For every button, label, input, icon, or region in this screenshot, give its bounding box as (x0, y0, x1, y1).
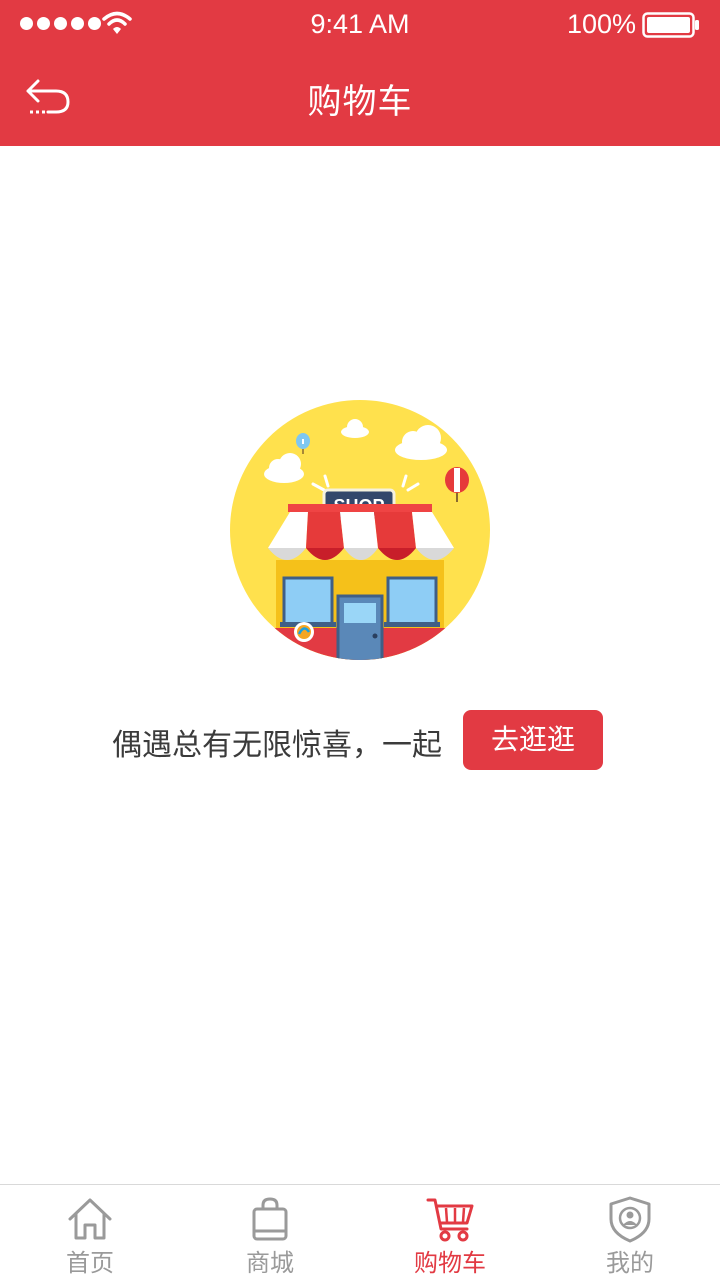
shopping-bag-icon (252, 1197, 288, 1241)
tab-label: 商城 (246, 1249, 294, 1277)
battery-icon (642, 12, 699, 38)
page-title: 购物车 (307, 82, 413, 122)
tab-label: 首页 (66, 1249, 114, 1277)
tab-cart[interactable]: 购物车 (360, 1185, 540, 1281)
empty-cart-prompt: 偶遇总有无限惊喜，一起 去逛逛 (0, 708, 720, 772)
tab-home[interactable]: 首页 (0, 1185, 180, 1281)
app-header: 9:41 AM 100% 购物车 (0, 0, 720, 146)
battery-percent: 100% (566, 9, 636, 39)
bottom-tab-bar: 首页 商城 购物车 我的 (0, 1184, 720, 1281)
tab-label: 我的 (606, 1249, 654, 1277)
home-icon (68, 1198, 112, 1240)
shopping-cart-icon (426, 1198, 474, 1242)
go-shopping-button[interactable]: 去逛逛 (463, 710, 603, 770)
user-shield-icon (609, 1196, 651, 1243)
tab-me[interactable]: 我的 (540, 1185, 720, 1281)
status-bar: 9:41 AM 100% (0, 0, 720, 48)
tab-label: 购物车 (414, 1249, 486, 1277)
tab-mall[interactable]: 商城 (180, 1185, 360, 1281)
empty-cart-message: 偶遇总有无限惊喜，一起 (112, 728, 442, 763)
shop-illustration: SHOP (230, 400, 490, 660)
